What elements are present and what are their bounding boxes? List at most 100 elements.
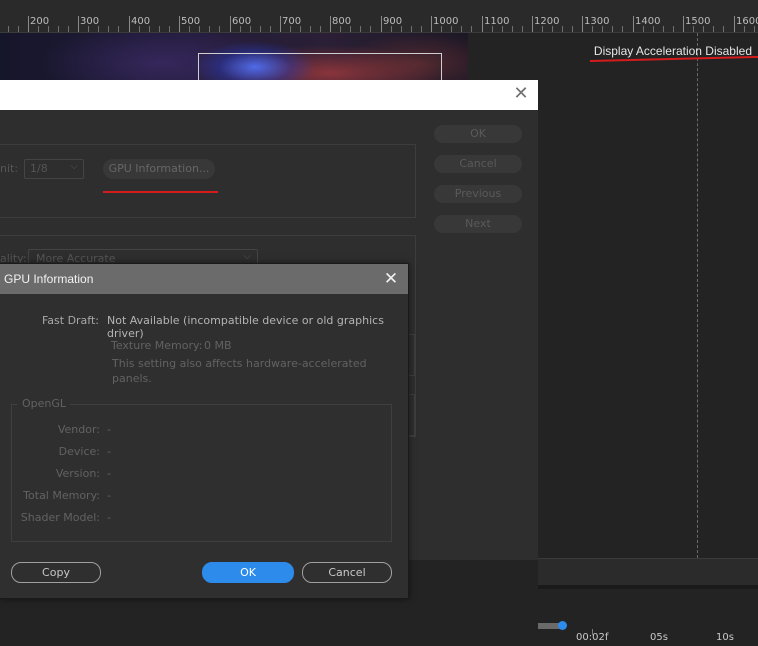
ruler-label: 400 (131, 16, 151, 27)
ruler-minor-tick (391, 26, 392, 32)
playhead-handle[interactable] (558, 621, 567, 630)
ruler-minor-tick (492, 26, 493, 32)
ruler-minor-tick (48, 26, 49, 32)
ruler-minor-tick (411, 26, 412, 32)
resolution-value: 1/8 (30, 162, 48, 175)
ruler-minor-tick (451, 26, 452, 32)
ruler-major-tick (280, 16, 281, 32)
guide-line (697, 33, 698, 558)
texture-memory-value: 0 MB (204, 339, 232, 352)
ruler-minor-tick (572, 26, 573, 32)
ruler-label: 1400 (635, 16, 661, 27)
ruler-minor-tick (169, 26, 170, 32)
dialog-title: GPU Information (4, 272, 94, 286)
prefs-next-button[interactable]: Next (434, 215, 522, 233)
gpu-information-dialog: GPU Information ✕ Fast Draft: Not Availa… (0, 263, 409, 599)
ruler-minor-tick (713, 26, 714, 32)
ruler-minor-tick (189, 26, 190, 32)
ruler-minor-tick (522, 26, 523, 32)
timeline-label-05s: 05s (650, 632, 668, 643)
annotation-underline-gpu (103, 191, 218, 193)
hardware-note-line1: This setting also affects hardware-accel… (112, 357, 367, 370)
vendor-value: - (107, 423, 111, 436)
close-icon[interactable]: ✕ (512, 85, 530, 103)
ruler-minor-tick (58, 26, 59, 32)
prefs-ok-button[interactable]: OK (434, 125, 522, 143)
ruler-label: 1200 (534, 16, 560, 27)
ruler-minor-tick (159, 26, 160, 32)
preview-settings-group (0, 144, 416, 218)
ruler-label: 700 (282, 16, 302, 27)
device-label: Device: (58, 445, 100, 458)
ruler-minor-tick (310, 26, 311, 32)
gpu-information-button[interactable]: GPU Information... (103, 159, 215, 179)
close-icon[interactable]: ✕ (382, 270, 400, 288)
ruler-minor-tick (471, 26, 472, 32)
ruler-label: 1100 (484, 16, 510, 27)
ruler-minor-tick (240, 26, 241, 32)
prefs-cancel-button[interactable]: Cancel (434, 155, 522, 173)
ruler-minor-tick (754, 26, 755, 32)
ruler-minor-tick (461, 26, 462, 32)
chevron-down-icon: ⌵ (70, 161, 78, 172)
ruler-label: 500 (181, 16, 201, 27)
ruler-minor-tick (270, 26, 271, 32)
ruler-minor-tick (401, 26, 402, 32)
timeline-label-current: 00:02f (576, 632, 609, 643)
ruler-major-tick (179, 16, 180, 32)
ruler-minor-tick (441, 26, 442, 32)
ruler-minor-tick (360, 26, 361, 32)
cancel-button[interactable]: Cancel (302, 562, 392, 583)
ruler-minor-tick (139, 26, 140, 32)
ruler-major-tick (230, 16, 231, 32)
resolution-select[interactable]: 1/8 ⌵ (24, 159, 84, 179)
ruler-label: 600 (232, 16, 252, 27)
shader-model-value: - (107, 511, 111, 524)
ruler-major-tick (482, 16, 483, 32)
preferences-titlebar: ✕ (0, 80, 538, 110)
group-edge (408, 334, 415, 376)
timeline-navigator[interactable] (538, 558, 758, 585)
texture-memory-label: Texture Memory: (111, 339, 203, 352)
ruler-major-tick (431, 16, 432, 32)
ruler-minor-tick (199, 26, 200, 32)
ruler-minor-tick (723, 26, 724, 32)
ruler-major-tick (734, 16, 735, 32)
ruler-major-tick (633, 16, 634, 32)
ruler-label: 800 (332, 16, 352, 27)
ruler-minor-tick (502, 26, 503, 32)
ruler-major-tick (683, 16, 684, 32)
ruler-major-tick (78, 16, 79, 32)
work-area-bar[interactable] (538, 623, 560, 629)
shader-model-label: Shader Model: (20, 511, 100, 524)
ruler-major-tick (28, 16, 29, 32)
ruler-label: 300 (80, 16, 100, 27)
fast-draft-label: Fast Draft: (41, 314, 99, 327)
ruler-minor-tick (250, 26, 251, 32)
ruler-minor-tick (370, 26, 371, 32)
ruler-minor-tick (209, 26, 210, 32)
version-label: Version: (55, 467, 100, 480)
ruler-minor-tick (320, 26, 321, 32)
chevron-down-icon: ⌵ (243, 251, 251, 262)
ruler-major-tick (330, 16, 331, 32)
total-memory-label: Total Memory: (23, 489, 100, 502)
gpu-dialog-titlebar: GPU Information ✕ (0, 264, 408, 294)
resolution-label: nit: (0, 162, 19, 175)
ruler-minor-tick (149, 26, 150, 32)
ruler-minor-tick (219, 26, 220, 32)
version-value: - (107, 467, 111, 480)
ruler-minor-tick (653, 26, 654, 32)
prefs-previous-button[interactable]: Previous (434, 185, 522, 203)
copy-button[interactable]: Copy (11, 562, 101, 583)
ruler-major-tick (381, 16, 382, 32)
ok-button[interactable]: OK (202, 562, 294, 583)
ruler-major-tick (582, 16, 583, 32)
ruler-minor-tick (8, 26, 9, 32)
ruler-minor-tick (68, 26, 69, 32)
group-edge (408, 394, 415, 436)
ruler-minor-tick (663, 26, 664, 32)
ruler-minor-tick (602, 26, 603, 32)
opengl-legend: OpenGL (18, 397, 71, 410)
ruler-major-tick (129, 16, 130, 32)
